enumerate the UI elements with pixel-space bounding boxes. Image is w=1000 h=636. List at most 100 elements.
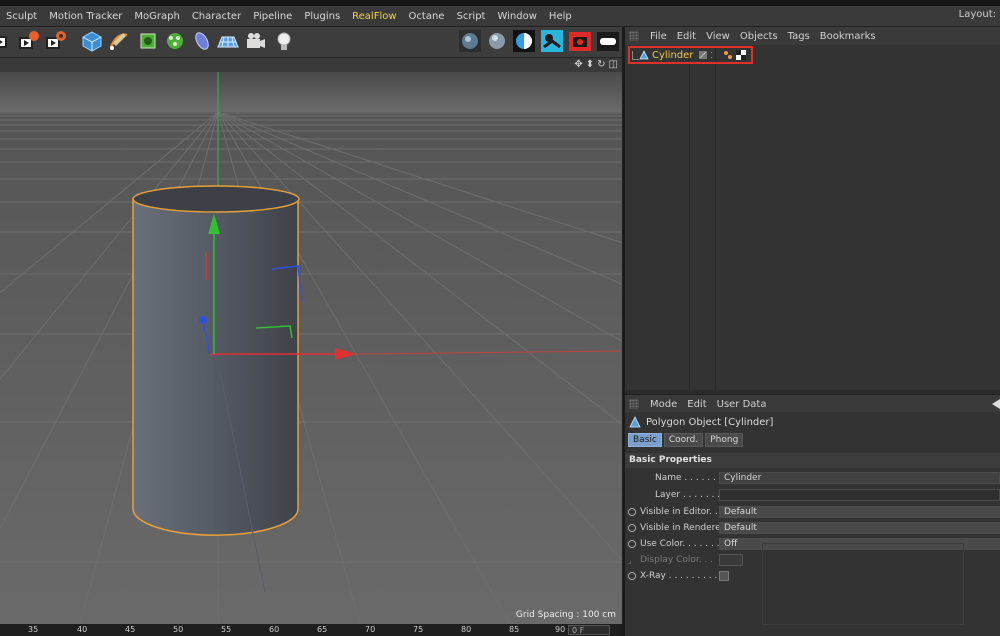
menu-script[interactable]: Script [450, 11, 491, 22]
display-color-swatch[interactable] [719, 554, 743, 566]
menu-pipeline[interactable]: Pipeline [247, 11, 298, 22]
render-visibility-dots[interactable]: ⁚ [710, 51, 713, 60]
main-toolbar [0, 27, 622, 58]
animate-dot-icon[interactable] [628, 524, 636, 532]
deformer-icon[interactable] [190, 29, 214, 53]
3d-viewport[interactable]: Grid Spacing : 100 cm [0, 72, 622, 624]
object-manager-menubar: File Edit View Objects Tags Bookmarks [625, 27, 1000, 46]
viewport-header: ✥ ⬍ ↻ ◫ [0, 58, 622, 72]
menu-realflow[interactable]: RealFlow [346, 11, 402, 22]
menu-character[interactable]: Character [186, 11, 247, 22]
om-menu-bookmarks[interactable]: Bookmarks [815, 31, 881, 42]
om-menu-view[interactable]: View [701, 31, 735, 42]
am-menu-mode[interactable]: Mode [645, 399, 682, 410]
am-menu-user-data[interactable]: User Data [712, 399, 772, 410]
light-icon[interactable] [272, 29, 296, 53]
render-camera-icon[interactable] [568, 29, 592, 53]
menu-mograph[interactable]: MoGraph [128, 11, 185, 22]
visible-editor-dropdown[interactable]: Default [719, 506, 1000, 518]
frame-field[interactable]: 0 F [568, 625, 610, 635]
am-object-title: Polygon Object [Cylinder] [629, 416, 773, 428]
timeline-tick: 55 [221, 625, 232, 634]
layer-field[interactable] [719, 489, 1000, 501]
am-title-text: Polygon Object [Cylinder] [646, 416, 774, 428]
visible-renderer-dropdown[interactable]: Default [719, 522, 1000, 534]
attribute-manager-menubar: Mode Edit User Data [625, 394, 1000, 413]
sphere-icon[interactable] [485, 29, 509, 53]
timeline-tick: 85 [509, 625, 520, 634]
timeline-tick: 70 [365, 625, 376, 634]
layout-selector[interactable]: Layout: [959, 9, 996, 20]
cube-icon[interactable] [80, 29, 104, 53]
main-menubar: Sculpt Motion Tracker MoGraph Character … [0, 6, 1000, 27]
rotate-view-icon[interactable]: ↻ [597, 59, 605, 70]
render-view-icon[interactable] [17, 29, 41, 53]
timeline-tick: 50 [173, 625, 184, 634]
texture-tag-icon[interactable] [735, 50, 746, 60]
floor-icon[interactable] [216, 29, 240, 53]
om-menu-objects[interactable]: Objects [735, 31, 783, 42]
empty-area [762, 543, 964, 625]
viewport-nav: ✥ ⬍ ↻ ◫ [574, 59, 618, 70]
panel-grip-icon[interactable] [629, 399, 639, 409]
timeline-tick: 35 [28, 625, 39, 634]
timeline-tick: 75 [413, 625, 424, 634]
am-menu-edit[interactable]: Edit [682, 399, 711, 410]
prop-visible-editor-label: Visible in Editor. . . [640, 507, 720, 517]
viewport-canvas[interactable] [0, 72, 622, 624]
om-menu-edit[interactable]: Edit [672, 31, 701, 42]
render-region-icon[interactable] [0, 29, 14, 53]
render-settings-icon[interactable] [44, 29, 68, 53]
menu-plugins[interactable]: Plugins [298, 11, 346, 22]
back-arrow-icon[interactable] [992, 399, 1000, 409]
prop-name: Name . . . . . . . . . . . Cylinder [625, 471, 1000, 485]
menu-window[interactable]: Window [491, 11, 542, 22]
editor-visibility-icon[interactable] [698, 50, 708, 60]
grid-spacing-label: Grid Spacing : 100 cm [515, 610, 616, 620]
zoom-view-icon[interactable]: ⬍ [586, 59, 594, 70]
om-menu-tags[interactable]: Tags [783, 31, 815, 42]
section-basic-properties[interactable]: Basic Properties [625, 453, 1000, 468]
animate-dot-icon[interactable] [628, 508, 636, 516]
contrast-icon[interactable] [512, 29, 536, 53]
column-divider [715, 45, 716, 390]
mograph-cloner-icon[interactable] [163, 29, 187, 53]
menu-motion-tracker[interactable]: Motion Tracker [43, 11, 128, 22]
panel-grip-icon[interactable] [629, 31, 639, 41]
prop-visible-renderer: Visible in Renderer Default [625, 521, 1000, 535]
octane-material-icon[interactable] [458, 29, 482, 53]
maximize-view-icon[interactable]: ◫ [609, 59, 618, 70]
tab-basic[interactable]: Basic [628, 433, 662, 447]
menu-sculpt[interactable]: Sculpt [0, 11, 43, 22]
phong-tag-icon[interactable] [723, 50, 733, 60]
om-menu-file[interactable]: File [645, 31, 672, 42]
timeline-tick: 60 [269, 625, 280, 634]
polygon-object-icon [629, 416, 641, 428]
am-tabs: Basic Coord. Phong [628, 433, 744, 447]
tab-phong[interactable]: Phong [705, 433, 744, 447]
animate-dot-icon[interactable] [628, 572, 636, 580]
subdivision-icon[interactable] [136, 29, 160, 53]
animate-dot-icon[interactable] [628, 540, 636, 548]
timeline-ruler[interactable]: 35 40 45 50 55 60 65 70 75 80 85 90 0 F [0, 624, 622, 636]
name-field[interactable]: Cylinder [719, 472, 1000, 484]
realflow-icon[interactable] [540, 29, 564, 53]
rectangle-light-icon[interactable] [596, 29, 620, 53]
object-name[interactable]: Cylinder [652, 50, 693, 61]
pen-icon[interactable] [107, 29, 131, 53]
tab-coord[interactable]: Coord. [663, 433, 704, 447]
prop-layer: Layer . . . . . . . . . . . [625, 488, 1000, 502]
prop-layer-label: Layer . . . . . . . . . . . [655, 490, 720, 500]
xray-checkbox[interactable] [719, 571, 729, 581]
move-view-icon[interactable]: ✥ [574, 59, 582, 70]
prop-visible-editor: Visible in Editor. . . Default [625, 505, 1000, 519]
timeline-tick: 40 [77, 625, 88, 634]
menu-help[interactable]: Help [543, 11, 578, 22]
prop-use-color-label: Use Color. . . . . . . . [640, 539, 720, 549]
menu-octane[interactable]: Octane [403, 11, 451, 22]
camera-icon[interactable] [244, 29, 268, 53]
prop-name-label: Name . . . . . . . . . . . [655, 473, 720, 483]
tree-line [632, 50, 639, 60]
object-row-cylinder[interactable]: Cylinder ⁚ [628, 46, 753, 64]
object-manager-list[interactable]: Cylinder ⁚ [625, 45, 1000, 390]
